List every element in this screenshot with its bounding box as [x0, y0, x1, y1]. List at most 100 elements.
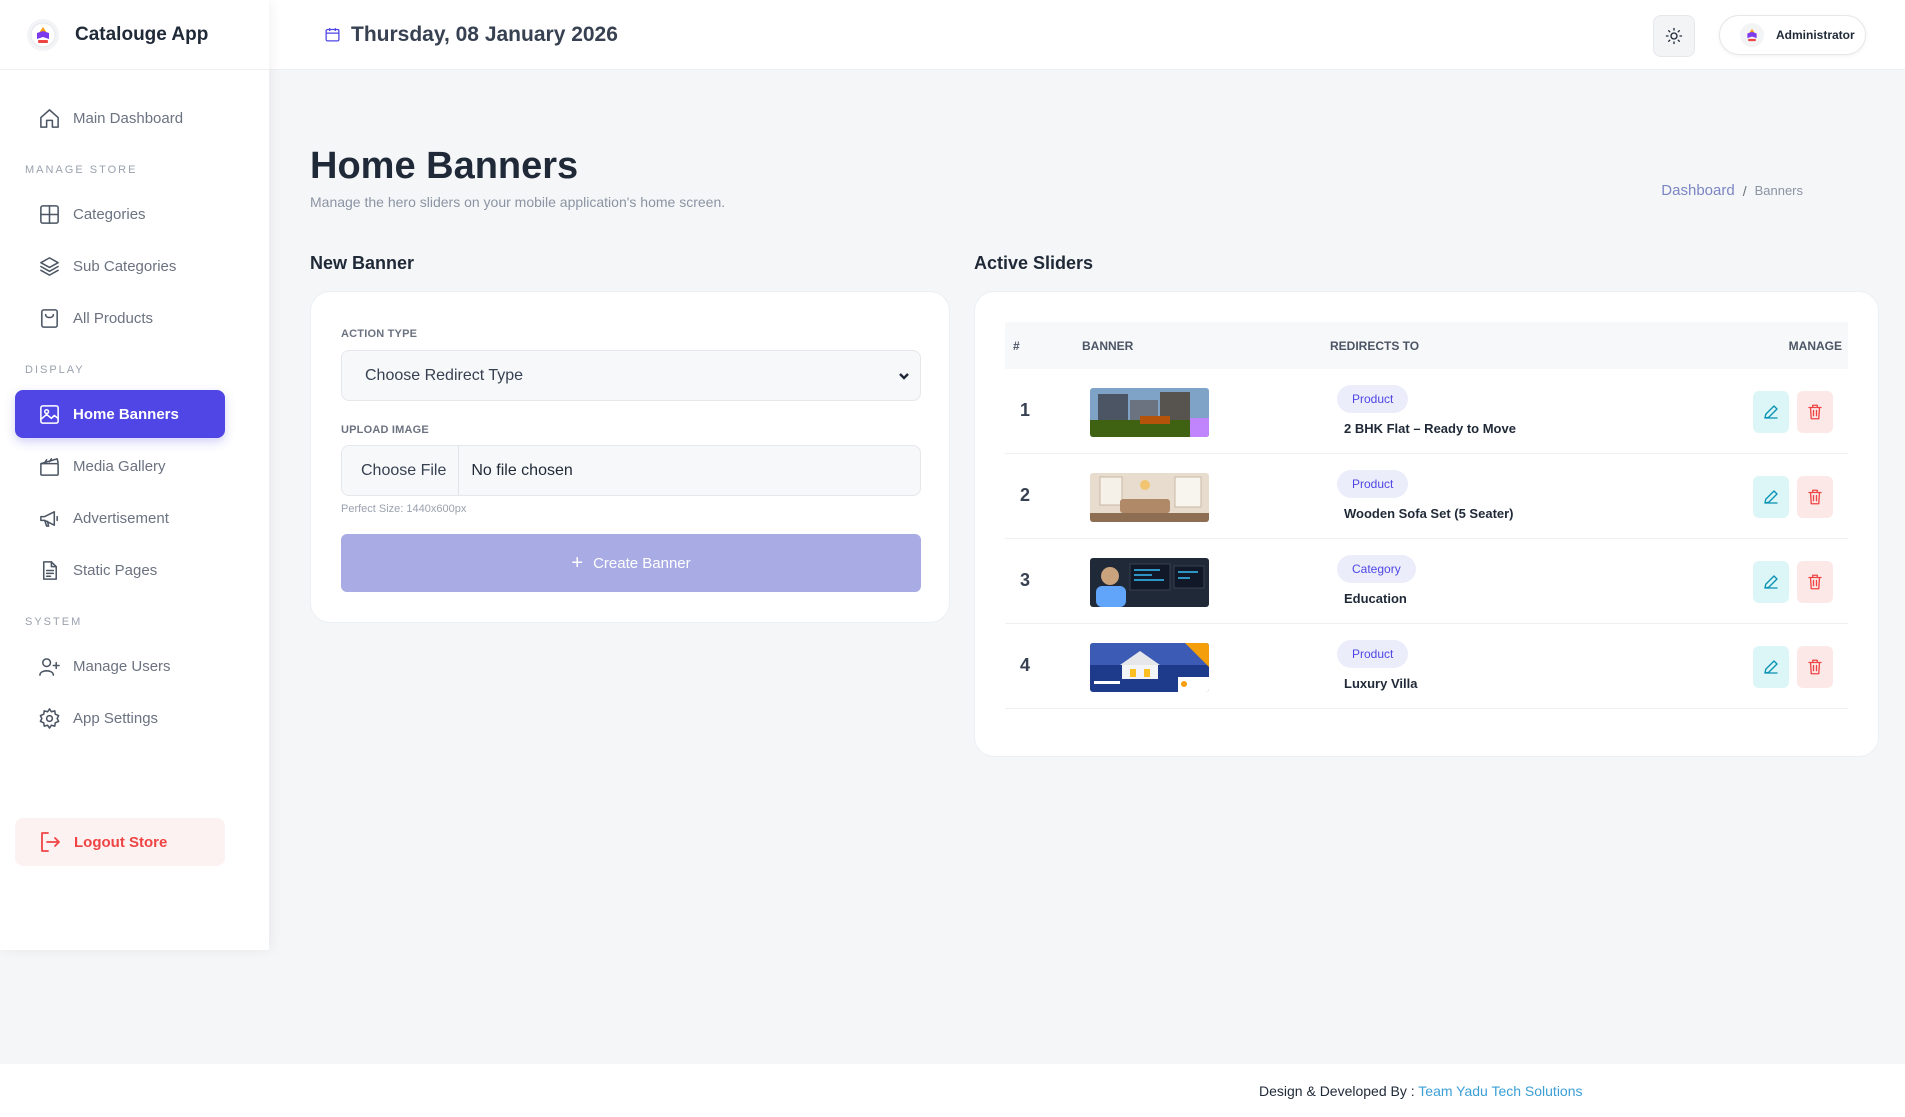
- sidebar-item-static-pages[interactable]: Static Pages: [15, 546, 225, 594]
- sidebar-item-advertisement[interactable]: Advertisement: [15, 494, 225, 542]
- page-title: Home Banners: [310, 145, 579, 187]
- table-row: 3 Category Education: [1005, 539, 1848, 624]
- redirect-type-value: Choose Redirect Type: [365, 366, 524, 384]
- shopping-bag-icon: [41, 308, 58, 328]
- redirect-type-badge: Category: [1337, 555, 1416, 583]
- image-size-hint: Perfect Size: 1440x600px: [341, 503, 467, 515]
- top-bar: Thursday, 08 January 2026 Administrator: [269, 0, 1905, 70]
- image-file-input[interactable]: Choose File No file chosen: [341, 445, 921, 496]
- gear-icon: [39, 707, 60, 729]
- footer-company-link[interactable]: Team Yadu Tech Solutions: [1418, 1083, 1582, 1099]
- breadcrumb-separator: /: [1742, 182, 1747, 199]
- nav-section-manage-store: MANAGE STORE: [25, 164, 138, 176]
- column-header-index: #: [1013, 339, 1020, 353]
- logout-label: Logout Store: [74, 833, 168, 851]
- footer: Design & Developed By : Team Yadu Tech S…: [0, 1064, 1905, 1117]
- create-banner-button[interactable]: + Create Banner: [341, 534, 921, 592]
- pencil-icon: [1764, 660, 1778, 674]
- image-icon: [40, 404, 59, 424]
- calendar-icon: [325, 28, 340, 42]
- trash-icon: [1808, 404, 1822, 420]
- redirect-target: 2 BHK Flat – Ready to Move: [1344, 421, 1516, 436]
- apartment-building-image: [1090, 388, 1209, 437]
- footer-prefix: Design & Developed By :: [1259, 1083, 1419, 1099]
- living-room-image: [1090, 473, 1209, 522]
- active-sliders-title: Active Sliders: [974, 253, 1094, 273]
- theme-toggle-button[interactable]: [1653, 15, 1695, 57]
- delete-button[interactable]: [1797, 391, 1833, 433]
- row-number: 4: [1020, 655, 1031, 675]
- brand[interactable]: Catalouge App: [0, 0, 269, 70]
- banner-thumbnail[interactable]: [1090, 643, 1209, 692]
- clapperboard-icon: [40, 457, 59, 476]
- row-number: 2: [1020, 485, 1031, 505]
- date-text: Thursday, 08 January 2026: [351, 22, 618, 46]
- column-header-manage: MANAGE: [1788, 339, 1842, 353]
- sidebar-item-label: Manage Users: [73, 657, 171, 675]
- app-logo-icon: [27, 18, 59, 51]
- sidebar-item-all-products[interactable]: All Products: [15, 294, 225, 342]
- redirect-type-badge: Product: [1337, 470, 1409, 498]
- edit-button[interactable]: [1753, 646, 1789, 688]
- avatar: [1740, 23, 1764, 47]
- footer-credit: Design & Developed By : Team Yadu Tech S…: [1259, 1083, 1583, 1099]
- banner-thumbnail[interactable]: [1090, 388, 1209, 437]
- sun-icon: [1665, 27, 1683, 45]
- redirect-type-select[interactable]: Choose Redirect Type: [341, 350, 921, 401]
- row-number: 1: [1020, 400, 1031, 420]
- trash-icon: [1808, 489, 1822, 505]
- sidebar-item-label: All Products: [73, 309, 154, 327]
- sidebar-item-sub-categories[interactable]: Sub Categories: [15, 242, 225, 290]
- banner-thumbnail[interactable]: [1090, 558, 1209, 607]
- sidebar: Catalouge App Main Dashboard MANAGE STOR…: [0, 0, 269, 950]
- sidebar-item-label: Categories: [73, 205, 146, 223]
- sidebar-item-label: Home Banners: [73, 405, 179, 423]
- pencil-icon: [1764, 405, 1778, 419]
- logout-icon: [41, 832, 60, 852]
- sidebar-item-label: Sub Categories: [73, 257, 177, 275]
- trash-icon: [1808, 574, 1822, 590]
- sidebar-item-home-banners[interactable]: Home Banners: [15, 390, 225, 438]
- edit-button[interactable]: [1753, 476, 1789, 518]
- sidebar-item-label: Advertisement: [73, 509, 169, 527]
- redirect-target: Wooden Sofa Set (5 Seater): [1344, 506, 1514, 521]
- logout-button[interactable]: Logout Store: [15, 818, 225, 866]
- new-banner-card: ACTION TYPE Choose Redirect Type UPLOAD …: [310, 291, 950, 623]
- megaphone-icon: [40, 510, 58, 527]
- breadcrumb-dashboard-link[interactable]: Dashboard: [1661, 182, 1734, 199]
- grid-icon: [40, 204, 59, 224]
- sidebar-item-categories[interactable]: Categories: [15, 190, 225, 238]
- user-menu[interactable]: Administrator: [1719, 15, 1866, 55]
- file-text-icon: [42, 560, 57, 580]
- breadcrumb-current: Banners: [1754, 183, 1803, 198]
- sidebar-item-media-gallery[interactable]: Media Gallery: [15, 442, 225, 490]
- delete-button[interactable]: [1797, 646, 1833, 688]
- banner-thumbnail[interactable]: [1090, 473, 1209, 522]
- layers-icon: [40, 256, 59, 276]
- table-header: # BANNER REDIRECTS TO MANAGE: [1005, 322, 1848, 369]
- redirect-type-badge: Product: [1337, 385, 1409, 413]
- person-at-computer-image: [1090, 558, 1209, 607]
- sidebar-item-label: Media Gallery: [73, 457, 166, 475]
- column-header-redirects: REDIRECTS TO: [1330, 339, 1420, 353]
- nav-section-system: SYSTEM: [25, 616, 83, 628]
- trash-icon: [1808, 659, 1822, 675]
- sidebar-item-main-dashboard[interactable]: Main Dashboard: [15, 94, 225, 142]
- sidebar-item-manage-users[interactable]: Manage Users: [15, 642, 225, 690]
- sidebar-item-label: App Settings: [73, 709, 159, 727]
- pencil-icon: [1764, 490, 1778, 504]
- redirect-type-badge: Product: [1337, 640, 1409, 668]
- sidebar-item-app-settings[interactable]: App Settings: [15, 694, 225, 742]
- chevron-down-icon: [898, 369, 910, 381]
- edit-button[interactable]: [1753, 391, 1789, 433]
- delete-button[interactable]: [1797, 561, 1833, 603]
- choose-file-button[interactable]: Choose File: [342, 446, 460, 495]
- home-icon: [40, 108, 59, 128]
- edit-button[interactable]: [1753, 561, 1789, 603]
- sidebar-item-label: Static Pages: [73, 561, 158, 579]
- app-name: Catalouge App: [75, 23, 209, 45]
- table-row: 2 Product Wooden Sofa Set (5 Seater): [1005, 454, 1848, 539]
- delete-button[interactable]: [1797, 476, 1833, 518]
- action-type-label: ACTION TYPE: [341, 328, 418, 340]
- sidebar-item-label: Main Dashboard: [73, 109, 184, 127]
